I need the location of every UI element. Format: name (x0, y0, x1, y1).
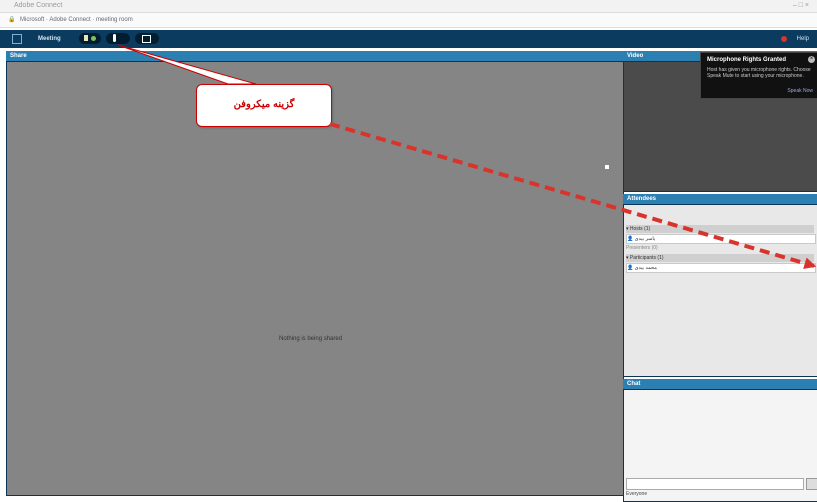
address-url[interactable]: Microsoft · Adobe Connect · meeting room (20, 13, 133, 27)
close-icon[interactable]: × (808, 56, 815, 63)
host-group-header[interactable]: ▾ Hosts (1) (626, 225, 814, 233)
mouse-pointer-icon (605, 165, 609, 169)
camera-icon (142, 35, 151, 43)
microphone-button[interactable] (106, 33, 130, 44)
video-title: Video (627, 53, 644, 59)
browser-title-bar: Adobe Connect – □ × (0, 0, 817, 13)
toast-title: Microphone Rights Granted (707, 57, 787, 63)
chat-recipient[interactable]: Everyone (626, 491, 647, 497)
attendees-title: Attendees (627, 196, 657, 202)
chat-title: Chat (627, 381, 641, 387)
record-icon[interactable] (781, 36, 787, 42)
chat-input[interactable] (626, 478, 804, 490)
share-title: Share (10, 53, 27, 59)
annotation-callout: گزینه میکروفن (196, 84, 332, 127)
share-message: Nothing is being shared (279, 336, 343, 342)
chat-panel-header: Chat (623, 379, 817, 389)
app-menubar: Meeting Help (0, 30, 817, 48)
speak-now-link[interactable]: Speak Now (787, 88, 813, 94)
apps-icon[interactable] (12, 34, 22, 44)
attendee-host[interactable]: 👤 یاسر بیدی (626, 234, 816, 244)
chat-send-button[interactable] (806, 478, 817, 490)
annotation-text: گزینه میکروفن (233, 99, 295, 110)
address-bar[interactable]: 🔒 Microsoft · Adobe Connect · meeting ro… (0, 13, 817, 28)
notification-toast: Microphone Rights Granted × Host has giv… (700, 52, 817, 99)
chat-pod: Everyone (623, 389, 817, 502)
attendees-pod: ▾ Hosts (1) 👤 یاسر بیدی Presenters (0) ▾… (623, 204, 817, 377)
meeting-menu[interactable]: Meeting (38, 30, 61, 48)
attendees-panel-header: Attendees (623, 194, 817, 204)
attendee-participant[interactable]: 👤 محمد بیدی (626, 263, 816, 273)
presenters-group[interactable]: Presenters (0) (626, 244, 814, 252)
microphone-icon (113, 34, 116, 42)
speaker-toggle[interactable] (79, 33, 101, 44)
speaker-icon (84, 35, 88, 41)
speaker-status-icon (91, 36, 96, 41)
share-panel-header: Share (6, 51, 624, 61)
user-icon: 👤 (627, 265, 635, 271)
participant-group-header[interactable]: ▾ Participants (1) (626, 254, 814, 262)
toast-body: Host has given you microphone rights. Ch… (707, 67, 811, 79)
window-title: Adobe Connect (14, 2, 63, 9)
window-controls[interactable]: – □ × (793, 0, 809, 12)
help-menu[interactable]: Help (797, 30, 809, 48)
user-icon: 👤 (627, 236, 635, 242)
camera-button[interactable] (135, 33, 159, 44)
lock-icon: 🔒 (8, 17, 16, 23)
